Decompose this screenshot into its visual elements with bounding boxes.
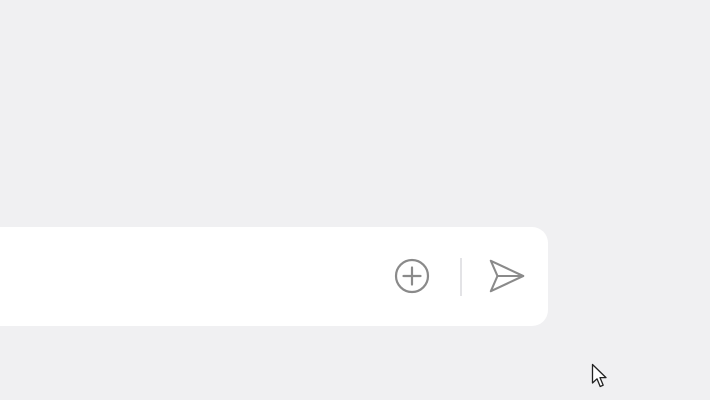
mouse-pointer-icon [591, 363, 607, 388]
send-button[interactable] [487, 256, 527, 296]
send-icon [489, 259, 525, 293]
plus-circle-icon [394, 258, 430, 294]
message-composer [0, 227, 548, 326]
toolbar-divider [460, 258, 462, 296]
attach-button[interactable] [392, 256, 432, 296]
message-input[interactable] [0, 227, 370, 326]
